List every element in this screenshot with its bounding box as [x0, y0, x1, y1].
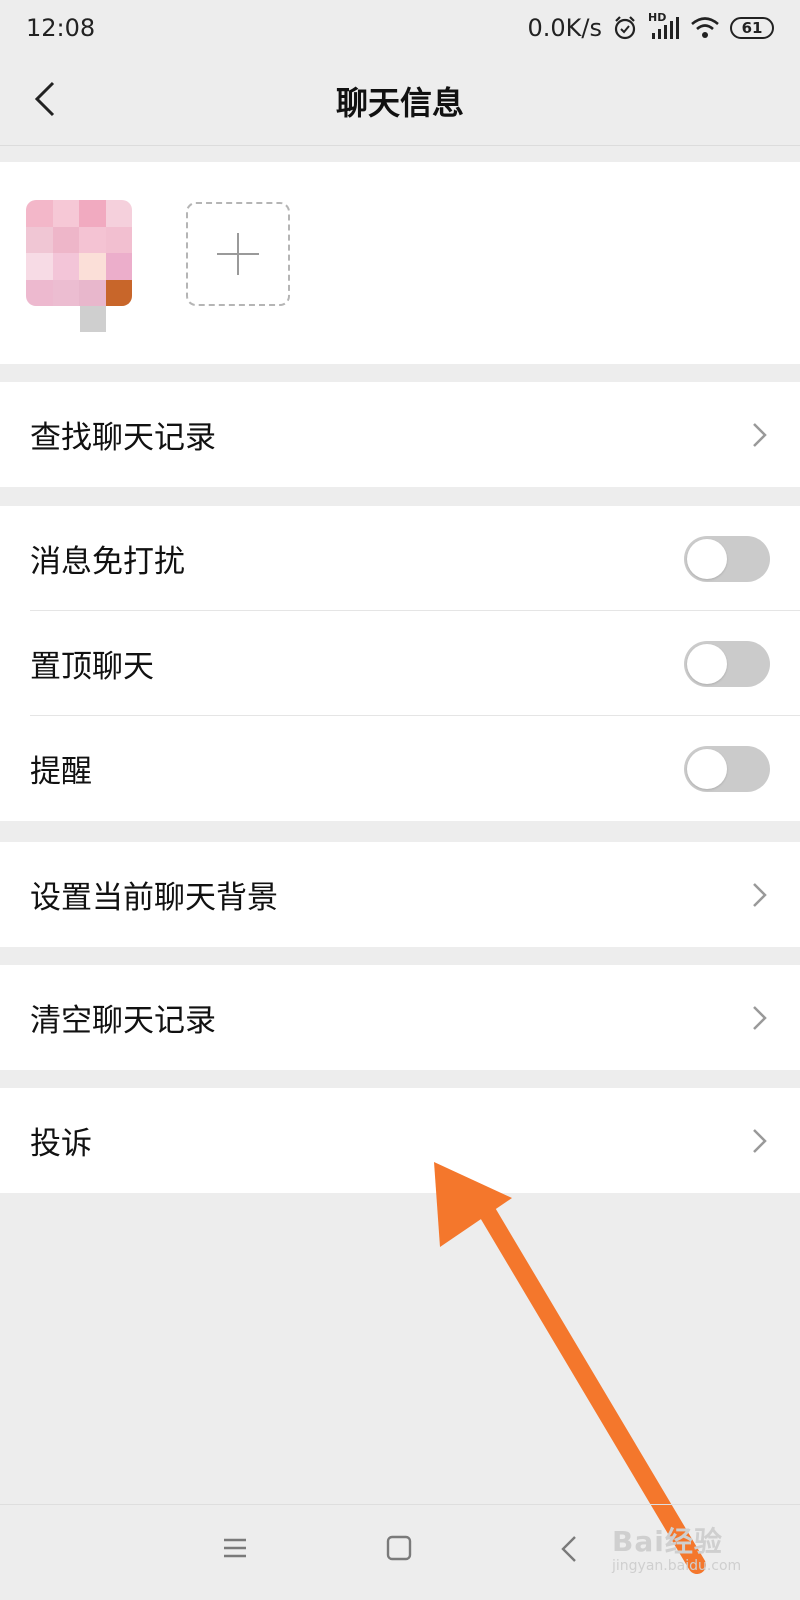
alarm-icon	[614, 16, 636, 40]
clear-chat-history-row[interactable]: 清空聊天记录	[0, 965, 800, 1070]
pin-chat-row: 置顶聊天	[0, 611, 800, 716]
toggles-group: 消息免打扰 置顶聊天 提醒	[0, 506, 800, 821]
search-history-group: 查找聊天记录	[0, 382, 800, 487]
row-label: 清空聊天记录	[30, 1003, 216, 1039]
status-indicators: 0.0K/s HD 61	[527, 11, 774, 42]
chevron-right-icon	[753, 423, 767, 447]
battery-level: 61	[741, 19, 763, 37]
status-time: 12:08	[26, 14, 96, 42]
chevron-right-icon	[753, 883, 767, 907]
chevron-right-icon	[753, 1129, 767, 1153]
row-label: 投诉	[30, 1126, 92, 1162]
report-row[interactable]: 投诉	[0, 1088, 800, 1193]
mute-notifications-toggle[interactable]	[684, 536, 770, 582]
members-section	[0, 162, 800, 364]
member-avatar[interactable]	[26, 200, 132, 306]
row-label: 提醒	[30, 754, 92, 790]
page-title: 聊天信息	[335, 83, 464, 122]
home-icon[interactable]	[386, 1535, 412, 1561]
watermark-logo: Bai经验 jingyan.baidu.com	[612, 1520, 741, 1574]
pin-chat-toggle[interactable]	[684, 641, 770, 687]
toggle-knob	[687, 644, 727, 684]
battery-icon: 61	[730, 17, 774, 39]
row-label: 查找聊天记录	[30, 420, 216, 456]
signal-icon: HD	[648, 11, 680, 41]
back-button[interactable]	[20, 74, 70, 124]
add-member-button[interactable]	[186, 202, 290, 306]
watermark-sub: jingyan.baidu.com	[612, 1558, 742, 1574]
plus-icon	[217, 233, 259, 275]
menu-icon[interactable]	[222, 1535, 248, 1561]
toggle-knob	[687, 539, 727, 579]
row-label: 置顶聊天	[30, 649, 154, 685]
search-chat-history-row[interactable]: 查找聊天记录	[0, 382, 800, 487]
mute-notifications-row: 消息免打扰	[0, 506, 800, 611]
report-group: 投诉	[0, 1088, 800, 1193]
watermark-main: Bai经验	[612, 1525, 723, 1558]
chevron-right-icon	[753, 1006, 767, 1030]
title-bar: 聊天信息	[0, 56, 800, 146]
row-label: 消息免打扰	[30, 544, 185, 580]
clear-history-group: 清空聊天记录	[0, 965, 800, 1070]
back-chevron-icon	[34, 81, 55, 117]
reminder-row: 提醒	[0, 716, 800, 821]
reminder-toggle[interactable]	[684, 746, 770, 792]
wifi-icon	[691, 17, 719, 38]
row-label: 设置当前聊天背景	[30, 880, 278, 916]
toggle-knob	[687, 749, 727, 789]
status-bar: 12:08 0.0K/s HD 61	[0, 0, 800, 56]
set-chat-background-row[interactable]: 设置当前聊天背景	[0, 842, 800, 947]
avatar-pixel-block	[80, 306, 106, 332]
back-icon[interactable]	[560, 1535, 578, 1563]
background-group: 设置当前聊天背景	[0, 842, 800, 947]
network-speed: 0.0K/s	[527, 14, 603, 42]
